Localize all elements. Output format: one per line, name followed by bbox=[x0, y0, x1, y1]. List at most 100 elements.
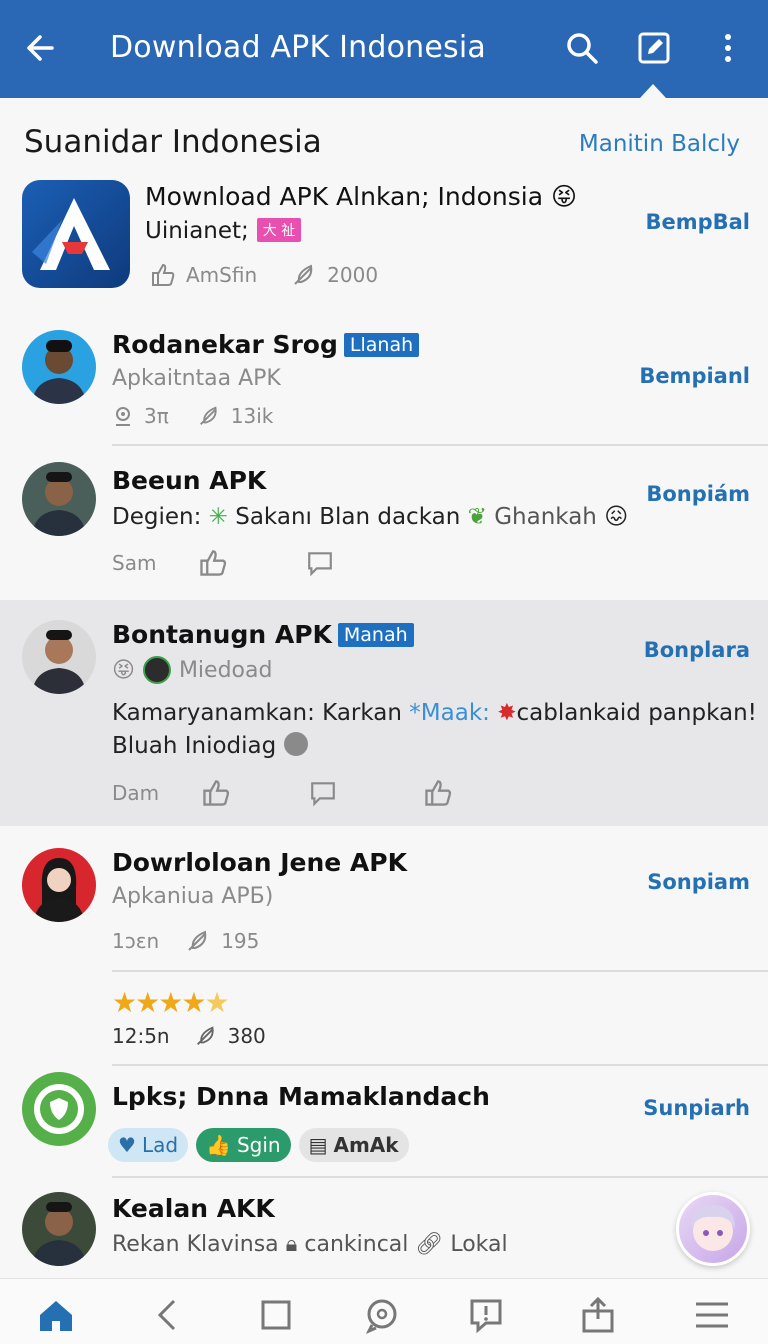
post-body-c: Lokal bbox=[450, 1232, 508, 1257]
shield-icon bbox=[22, 1072, 96, 1146]
app-title: Download APK Indonesia bbox=[110, 30, 486, 65]
list-item-highlighted[interactable]: Bontanugn APK Manah 😝 Miedoad Kamaryanamk… bbox=[0, 600, 768, 826]
list-item[interactable]: Dowrloloan Jene APK Apkaniua APБ) 1ɔɛn 1… bbox=[0, 840, 768, 1066]
post-action[interactable]: Sunpiarh bbox=[643, 1096, 750, 1120]
thumbs-up-icon: 👍 bbox=[206, 1133, 231, 1157]
post-author-name: Bontanugn APK bbox=[112, 620, 332, 649]
share-icon[interactable] bbox=[578, 1295, 618, 1335]
emoji-icon: 😝 bbox=[112, 657, 135, 683]
featured-app-row[interactable]: Mownload APK Alnkan; Indonsia 😝 Uinianet… bbox=[0, 176, 768, 306]
post-meta: 3π 13ik bbox=[112, 404, 273, 428]
list-item[interactable]: Rodanekar Srog Llanah Apkaitntaa APK 3π 1… bbox=[0, 320, 768, 446]
featured-app-badge: 大 祉 bbox=[256, 218, 302, 242]
post-author-name: Lpks; Dnna Mamaklandach bbox=[112, 1082, 490, 1111]
post-meta-a: Sam bbox=[112, 551, 157, 575]
featured-like-label: AmSfin bbox=[186, 263, 258, 287]
post-action[interactable]: Bonplara bbox=[644, 638, 750, 662]
featured-action[interactable]: BempBal bbox=[645, 210, 750, 234]
post-tag: Manah bbox=[337, 623, 414, 647]
rating-meta-a: 12:5n bbox=[112, 1024, 170, 1048]
chip[interactable]: ▤ AmAk bbox=[298, 1128, 409, 1162]
post-author-name-text: Lpks; Dnna Mamaklandach bbox=[112, 1082, 490, 1111]
post-author-name: Kealan AKK bbox=[112, 1194, 275, 1223]
post-body-mid: Sakanı Blan dackan bbox=[235, 504, 461, 530]
comment-icon[interactable] bbox=[309, 779, 337, 807]
top-app-bar: Download APK Indonesia bbox=[0, 0, 768, 98]
rating-meta: 12:5n 380 bbox=[112, 1024, 266, 1048]
report-icon[interactable] bbox=[466, 1295, 506, 1335]
search-icon[interactable] bbox=[562, 28, 602, 68]
star-half-icon: ★ bbox=[204, 986, 229, 1019]
list-item[interactable]: Lpks; Dnna Mamaklandach ♥ Lad 👍 Sgin ▤ AmAk… bbox=[0, 1068, 768, 1178]
heart-icon: ♥ bbox=[118, 1133, 136, 1157]
post-action[interactable]: Bempianl bbox=[639, 364, 750, 388]
thumbs-up-icon[interactable] bbox=[201, 778, 231, 808]
featured-app-title: Mownload APK Alnkan; Indonsia 😝 bbox=[145, 182, 578, 211]
post-action[interactable]: Sonpiam bbox=[647, 870, 750, 894]
chat-icon[interactable] bbox=[362, 1295, 402, 1335]
location-icon bbox=[116, 407, 130, 426]
list-item[interactable]: Kealan AKK Rekan Klavinsa 🔒︎ cankincal 🔗… bbox=[0, 1184, 768, 1278]
post-body: Degien: ✳ Sakanı Blan dackan ❦ Ghankah 😖 bbox=[112, 504, 628, 530]
avatar bbox=[22, 848, 96, 922]
back-chevron-icon[interactable] bbox=[148, 1295, 188, 1335]
post-meta-a: 3π bbox=[144, 404, 169, 428]
chip-label: AmAk bbox=[333, 1133, 399, 1157]
comment-icon[interactable] bbox=[306, 549, 334, 577]
post-body-b: cablankaid panpkan! bbox=[516, 700, 757, 726]
avatar bbox=[22, 462, 96, 536]
card-icon: ▤ bbox=[308, 1133, 328, 1157]
post-meta: 1ɔɛn 195 bbox=[112, 928, 259, 954]
post-author: Rodanekar Srog Llanah bbox=[112, 330, 420, 359]
featured-app-subtitle-line: Uinianet; 大 祉 bbox=[145, 218, 302, 244]
square-icon[interactable] bbox=[256, 1295, 296, 1335]
section-title: Suanidar Indonesia bbox=[24, 124, 322, 160]
post-meta-a: 1ɔɛn bbox=[112, 929, 160, 953]
arrow-left-icon[interactable] bbox=[22, 28, 62, 68]
divider bbox=[112, 1064, 768, 1066]
divider bbox=[112, 444, 768, 446]
chip[interactable]: ♥ Lad bbox=[108, 1128, 189, 1162]
avatar bbox=[22, 1192, 96, 1266]
badge-icon bbox=[142, 656, 171, 684]
sparkle-icon: ✳ bbox=[208, 504, 228, 530]
featured-app-meta: AmSfin 2000 bbox=[150, 262, 378, 288]
list-item[interactable]: Beeun APK Degien: ✳ Sakanı Blan dackan ❦… bbox=[0, 448, 768, 598]
star-icon: ★ bbox=[112, 986, 137, 1019]
post-subtitle: Apkaitntaa APK bbox=[112, 366, 281, 391]
post-meta: Sam bbox=[112, 548, 334, 578]
thumbs-up-icon[interactable] bbox=[198, 548, 228, 578]
post-author-name: Rodanekar Srog bbox=[112, 330, 338, 359]
avatar bbox=[22, 330, 96, 404]
more-vertical-icon[interactable] bbox=[708, 28, 748, 68]
edit-icon[interactable] bbox=[634, 28, 674, 68]
post-author-name: Beeun APK bbox=[112, 466, 267, 495]
bottom-nav bbox=[0, 1278, 768, 1344]
post-body-prefix: Degien: bbox=[112, 504, 202, 530]
featured-app-subtitle: Uinianet; bbox=[145, 218, 249, 244]
thumbs-up-icon[interactable] bbox=[150, 262, 176, 288]
post-subtitle: Apkaniua APБ) bbox=[112, 884, 274, 909]
post-body-line1: Kamaryanamkan: Karkan *Maak: ✸cablankaid… bbox=[112, 700, 757, 726]
post-action[interactable]: Bonpiám bbox=[646, 482, 750, 506]
chip-label: Sgin bbox=[236, 1133, 281, 1157]
home-icon[interactable] bbox=[36, 1295, 76, 1335]
chip[interactable]: 👍 Sgin bbox=[196, 1128, 291, 1162]
post-body-a: Rekan Klavinsa bbox=[112, 1232, 279, 1257]
app-logo-icon bbox=[22, 180, 130, 288]
feather-icon bbox=[196, 1026, 214, 1045]
emoji-icon bbox=[283, 732, 308, 756]
leaf-icon: ❦ bbox=[467, 504, 487, 530]
post-body-a: Kamaryanamkan: Karkan bbox=[112, 700, 402, 726]
section-link[interactable]: Manitin Balcly bbox=[579, 131, 740, 157]
share-icon[interactable] bbox=[423, 778, 453, 808]
post-meta-b: 13ik bbox=[230, 404, 274, 428]
menu-caret bbox=[640, 84, 666, 98]
star-icon: ★ bbox=[181, 986, 206, 1019]
feather-icon bbox=[188, 930, 207, 951]
post-meta-b: 195 bbox=[221, 929, 260, 953]
menu-icon[interactable] bbox=[692, 1295, 732, 1335]
post-subtitle-line: 😝 Miedoad bbox=[112, 656, 272, 684]
assistant-avatar-button[interactable] bbox=[676, 1192, 750, 1266]
post-body-link[interactable]: *Maak: bbox=[409, 700, 490, 726]
